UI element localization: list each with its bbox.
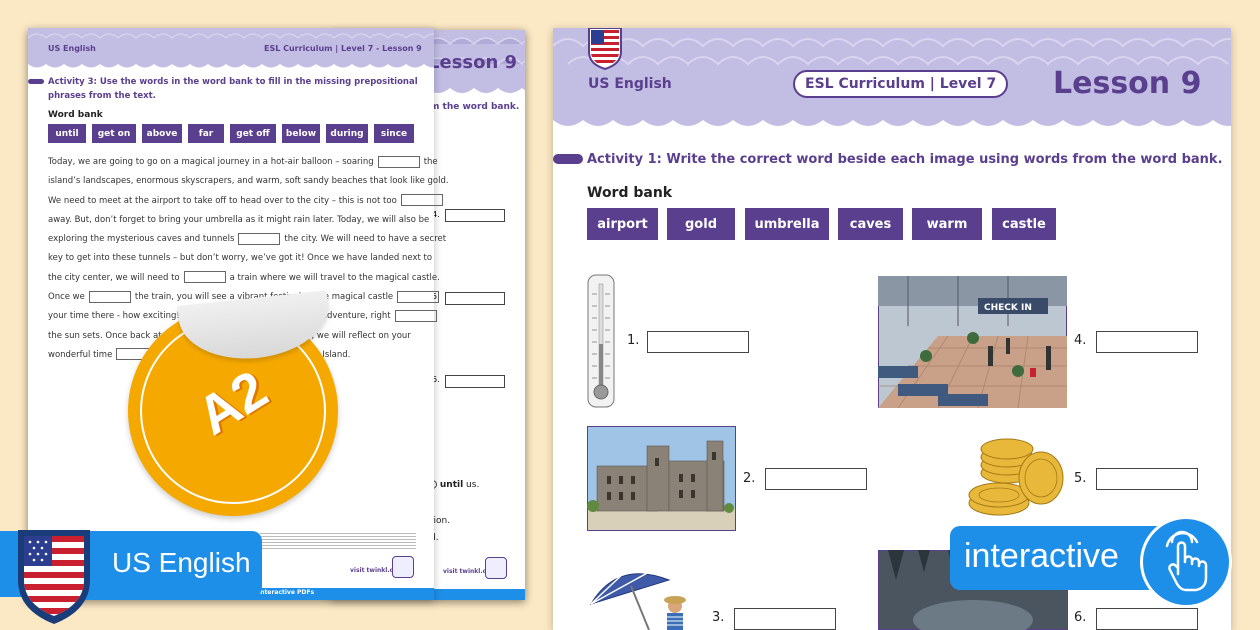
blank-6[interactable]: [397, 290, 440, 303]
blank-5[interactable]: [88, 290, 131, 303]
middle-until-line: until us.: [428, 480, 479, 490]
airport-image: CHECK IN: [878, 276, 1067, 408]
para-line-6: key to get into these tunnels – but don’…: [48, 253, 433, 264]
thermometer-image: [587, 274, 615, 408]
blank-1[interactable]: [377, 155, 420, 168]
back-word-until[interactable]: until: [48, 124, 86, 143]
answer-box-1[interactable]: [647, 331, 749, 353]
back-word-above[interactable]: above: [142, 124, 182, 143]
answer-box-2[interactable]: [765, 468, 867, 490]
answer-box-5[interactable]: [1096, 468, 1198, 490]
blank-7[interactable]: [394, 309, 437, 322]
main-activity-title: Activity 1: Write the correct word besid…: [587, 152, 1223, 167]
word-umbrella[interactable]: umbrella: [745, 208, 829, 240]
middle-answer-box-6[interactable]: [445, 375, 505, 388]
flag-shield-icon: [588, 28, 622, 70]
umbrella-image: [589, 569, 686, 630]
para-line-3: We need to meet at the airport to take o…: [48, 192, 449, 211]
check-in-sign: CHECK IN: [984, 303, 1032, 313]
answer-box-3[interactable]: [734, 608, 836, 630]
back-footer-lines: [260, 531, 416, 549]
back-word-during[interactable]: during: [326, 124, 368, 143]
back-word-since[interactable]: since: [374, 124, 414, 143]
main-header-center: ESL Curriculum | Level 7: [793, 70, 1009, 98]
back-twinkl-logo: [392, 556, 414, 578]
back-footer-bar-label: Interactive PDFs: [258, 589, 315, 596]
tap-hand-icon: [1165, 530, 1208, 592]
para-line-1: Today, we are going to go on a magical j…: [48, 155, 438, 168]
back-header-left: US English: [48, 44, 96, 53]
language-label-text: US English: [112, 547, 251, 578]
word-castle[interactable]: castle: [992, 208, 1056, 240]
middle-lesson-title: Lesson 9: [428, 52, 518, 73]
middle-instruction: m the word bank.: [430, 102, 520, 112]
main-word-bank-label: Word bank: [587, 185, 673, 201]
back-word-get-on[interactable]: get on: [92, 124, 136, 143]
until-word: until: [439, 480, 464, 490]
word-warm[interactable]: warm: [912, 208, 982, 240]
word-airport[interactable]: airport: [587, 208, 658, 240]
back-word-bank-label: Word bank: [48, 110, 103, 120]
para-line-7: the city center, we will need to a train …: [48, 271, 440, 284]
back-word-far[interactable]: far: [188, 124, 224, 143]
answer-box-6[interactable]: [1096, 608, 1198, 630]
number-5: 5.: [1074, 471, 1087, 486]
number-4: 4.: [1074, 333, 1087, 348]
back-word-get-off[interactable]: get off: [230, 124, 276, 143]
back-activity-pill: [28, 79, 44, 84]
number-1: 1.: [627, 333, 640, 348]
gold-coins-image: [968, 438, 1064, 516]
back-header-center: ESL Curriculum | Level 7 - Lesson 9: [264, 44, 422, 53]
para-line-5: exploring the mysterious caves and tunne…: [48, 232, 447, 245]
blank-2[interactable]: [400, 194, 443, 207]
number-3: 3.: [712, 610, 725, 625]
castle-image: [587, 426, 736, 531]
us-flag-shield-icon: [18, 530, 90, 624]
back-activity-title-2: phrases from the text.: [48, 91, 156, 101]
blank-3[interactable]: [238, 232, 281, 245]
middle-answer-box-5[interactable]: [445, 292, 505, 305]
back-activity-title-1: Activity 3: Use the words in the word ba…: [48, 77, 418, 87]
main-activity-pill: [553, 154, 583, 164]
answer-box-4[interactable]: [1096, 331, 1198, 353]
main-header-left: US English: [588, 76, 672, 92]
para-line-2: island’s landscapes, enormous skyscraper…: [48, 176, 449, 187]
middle-twinkl-logo: [485, 557, 507, 579]
number-6: 6.: [1074, 610, 1087, 625]
word-gold[interactable]: gold: [667, 208, 735, 240]
back-word-below[interactable]: below: [282, 124, 320, 143]
word-caves[interactable]: caves: [838, 208, 903, 240]
blank-4[interactable]: [183, 271, 226, 284]
main-lesson-title: Lesson 9: [1053, 66, 1202, 101]
until-tail: us.: [466, 480, 480, 490]
para-line-4: away. But, don’t forget to bring your um…: [48, 214, 430, 225]
interactive-label-text: interactive: [964, 537, 1119, 575]
number-2: 2.: [743, 471, 756, 486]
middle-answer-box-4[interactable]: [445, 209, 505, 222]
